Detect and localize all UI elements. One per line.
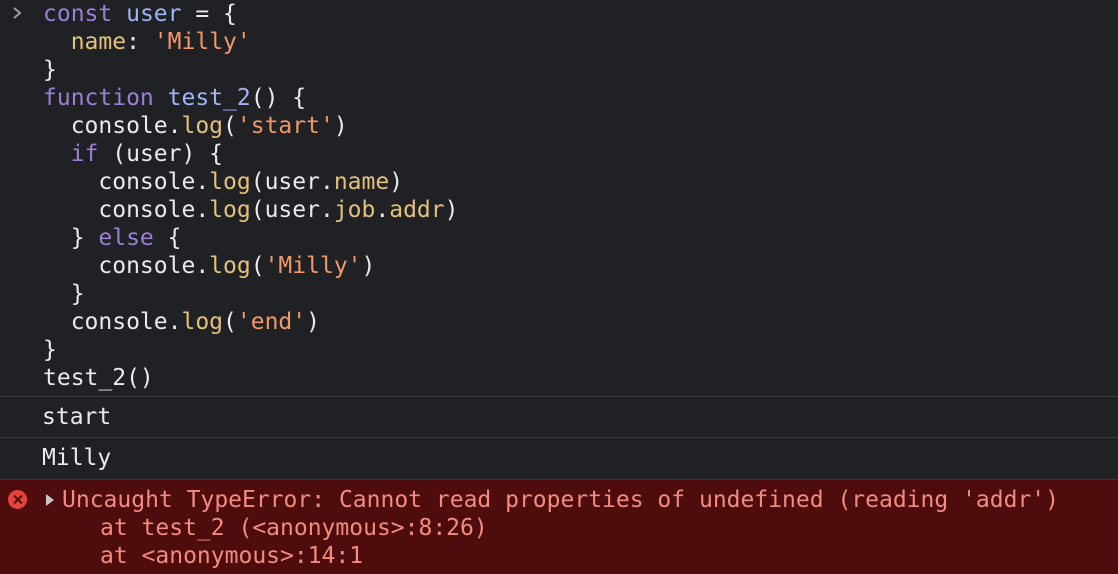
code-token: console.	[43, 309, 182, 335]
code-token: = {	[181, 1, 237, 27]
code-token: log	[181, 309, 224, 335]
code-token: console.	[43, 113, 182, 139]
code-token: :	[126, 29, 154, 55]
code-token: test_2()	[43, 365, 154, 391]
code-token: (user) {	[98, 141, 224, 167]
code-token: {	[153, 225, 182, 251]
code-token: )	[333, 113, 348, 139]
code-token: )	[361, 253, 376, 279]
code-token: if	[70, 141, 99, 167]
code-token: log	[209, 197, 251, 223]
code-line: if (user) {	[43, 140, 458, 168]
code-line: console.log(user.job.addr)	[43, 196, 458, 224]
code-token: (user.	[250, 169, 334, 195]
console-input-entry[interactable]: const user = { name: 'Milly'} function te…	[0, 0, 1118, 396]
error-text: Uncaught TypeError: Cannot read properti…	[62, 487, 1059, 513]
code-token: addr	[389, 197, 445, 223]
code-token: }	[43, 225, 99, 251]
code-token: name	[70, 29, 127, 55]
code-token: console.	[43, 253, 210, 279]
code-block: const user = { name: 'Milly'} function te…	[43, 0, 458, 392]
code-token: 'start'	[236, 113, 334, 139]
code-token: )	[444, 197, 459, 223]
code-line: }	[43, 336, 458, 364]
code-token: function	[43, 85, 168, 111]
stack-trace-line[interactable]: at test_2 (<anonymous>:8:26)	[100, 514, 488, 542]
stack-trace-line[interactable]: at <anonymous>:14:1	[100, 542, 363, 570]
code-token: }	[43, 57, 57, 83]
code-token: (	[250, 253, 265, 279]
code-token: test_2	[167, 85, 251, 111]
log-message[interactable]: start	[0, 396, 1118, 437]
code-line: } else {	[43, 224, 458, 252]
code-line: const user = {	[43, 0, 458, 28]
code-token: (user.	[250, 197, 334, 223]
code-token: log	[209, 253, 251, 279]
devtools-console: const user = { name: 'Milly'} function te…	[0, 0, 1118, 574]
code-token: )	[389, 169, 404, 195]
code-token: () {	[250, 85, 307, 111]
code-line: name: 'Milly'	[43, 28, 458, 56]
code-token: 'end'	[236, 309, 307, 335]
code-token: log	[181, 113, 224, 139]
code-token: const	[43, 1, 127, 27]
code-token: else	[98, 225, 154, 251]
error-circle-icon	[8, 490, 27, 509]
log-text: Milly	[42, 445, 112, 471]
code-token: )	[306, 309, 320, 335]
code-token: }	[43, 281, 85, 307]
code-token: name	[333, 169, 390, 195]
log-text: start	[42, 404, 112, 430]
code-token: job	[333, 197, 376, 223]
code-token: }	[43, 337, 57, 363]
code-token: .	[375, 197, 390, 223]
code-token: log	[209, 169, 251, 195]
error-message[interactable]: Uncaught TypeError: Cannot read properti…	[0, 479, 1118, 574]
code-line: }	[43, 280, 458, 308]
code-token: console.	[43, 169, 210, 195]
code-line: }	[43, 56, 458, 84]
triangle-right-icon[interactable]	[46, 494, 54, 506]
code-line: console.log('end')	[43, 308, 458, 336]
code-token: 'Milly'	[264, 253, 362, 279]
code-token: 'Milly'	[153, 29, 251, 55]
log-message[interactable]: Milly	[0, 437, 1118, 478]
code-token: (	[223, 113, 237, 139]
code-token: user	[126, 1, 182, 27]
code-line: test_2()	[43, 364, 458, 392]
code-line: console.log(user.name)	[43, 168, 458, 196]
code-line: console.log('start')	[43, 112, 458, 140]
chevron-right-icon	[13, 7, 22, 19]
code-token: (	[223, 309, 237, 335]
code-token: console.	[43, 197, 210, 223]
code-line: console.log('Milly')	[43, 252, 458, 280]
code-line: function test_2() {	[43, 84, 458, 112]
